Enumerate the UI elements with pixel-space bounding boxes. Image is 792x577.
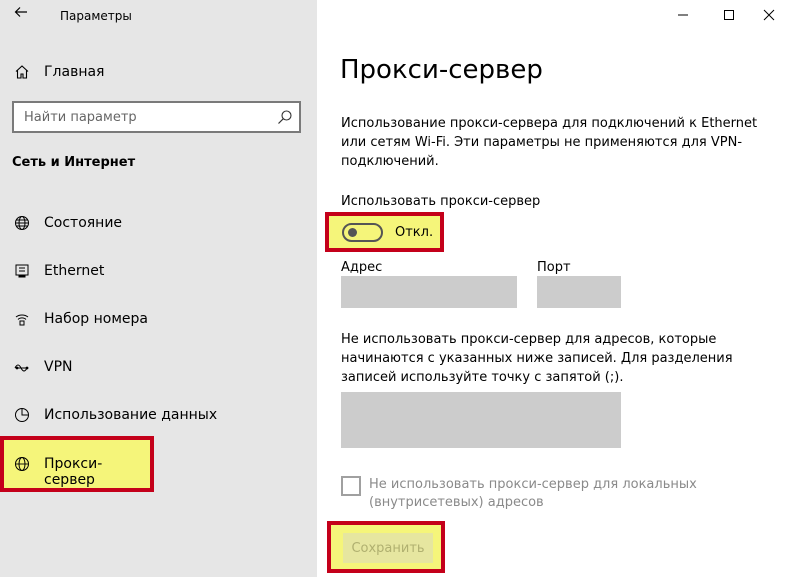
sidebar-home-label: Главная — [44, 64, 105, 80]
local-bypass-label: Не использовать прокси-сервер для локаль… — [369, 477, 697, 510]
proxy-toggle-highlight: Откл. — [325, 212, 444, 252]
back-arrow-icon[interactable] — [10, 4, 32, 26]
local-bypass-checkbox[interactable] — [341, 476, 361, 496]
page-title: Прокси-сервер — [340, 55, 543, 85]
search-icon[interactable] — [277, 109, 293, 125]
use-proxy-toggle[interactable] — [342, 223, 383, 242]
local-bypass-row[interactable]: Не использовать прокси-сервер для локаль… — [341, 476, 699, 512]
sidebar-item-status[interactable]: Состояние — [12, 211, 122, 235]
globe-icon — [12, 213, 32, 233]
section-title: Сеть и Интернет — [12, 155, 136, 170]
sidebar-item-label: Ethernet — [44, 263, 105, 279]
sidebar-item-data-usage[interactable]: Использование данных — [12, 403, 217, 427]
address-input[interactable] — [341, 276, 517, 308]
sidebar: Параметры Главная Сеть и Интернет Состоя… — [0, 0, 317, 577]
toggle-state-label: Откл. — [395, 225, 434, 240]
save-button[interactable]: Сохранить — [343, 533, 433, 563]
sidebar-item-vpn[interactable]: VPN — [12, 355, 73, 379]
sidebar-item-label: Состояние — [44, 215, 123, 231]
ethernet-icon — [12, 261, 32, 281]
search-box[interactable] — [12, 101, 301, 133]
dialup-icon — [12, 309, 32, 329]
data-usage-icon — [12, 405, 32, 425]
save-highlight: Сохранить — [327, 521, 445, 573]
use-proxy-label: Использовать прокси-сервер — [341, 194, 541, 209]
minimize-icon[interactable] — [660, 0, 706, 30]
port-input[interactable] — [537, 276, 621, 308]
proxy-description: Использование прокси-сервера для подключ… — [341, 116, 758, 169]
sidebar-item-label: Использование данных — [44, 407, 218, 423]
globe-icon — [12, 454, 32, 474]
toggle-knob — [348, 228, 357, 237]
sidebar-item-ethernet[interactable]: Ethernet — [12, 259, 104, 283]
sidebar-item-proxy[interactable]: Прокси-сервер — [0, 436, 154, 492]
sidebar-home[interactable]: Главная — [12, 60, 104, 84]
exceptions-description: Не использовать прокси-сервер для адресо… — [341, 332, 733, 385]
sidebar-item-label: Прокси-сервер — [44, 456, 103, 488]
sidebar-item-label: VPN — [44, 359, 73, 375]
main-panel: Прокси-сервер Использование прокси-серве… — [317, 0, 792, 577]
search-input[interactable] — [14, 103, 274, 131]
sidebar-item-dialup[interactable]: Набор номера — [12, 307, 148, 331]
home-icon — [12, 62, 32, 82]
exceptions-textarea[interactable] — [341, 392, 621, 448]
app-title: Параметры — [60, 9, 132, 23]
port-label: Порт — [537, 260, 571, 275]
address-label: Адрес — [341, 260, 383, 275]
vpn-icon — [12, 357, 32, 377]
sidebar-item-label: Набор номера — [44, 311, 149, 327]
close-icon[interactable] — [746, 0, 792, 30]
